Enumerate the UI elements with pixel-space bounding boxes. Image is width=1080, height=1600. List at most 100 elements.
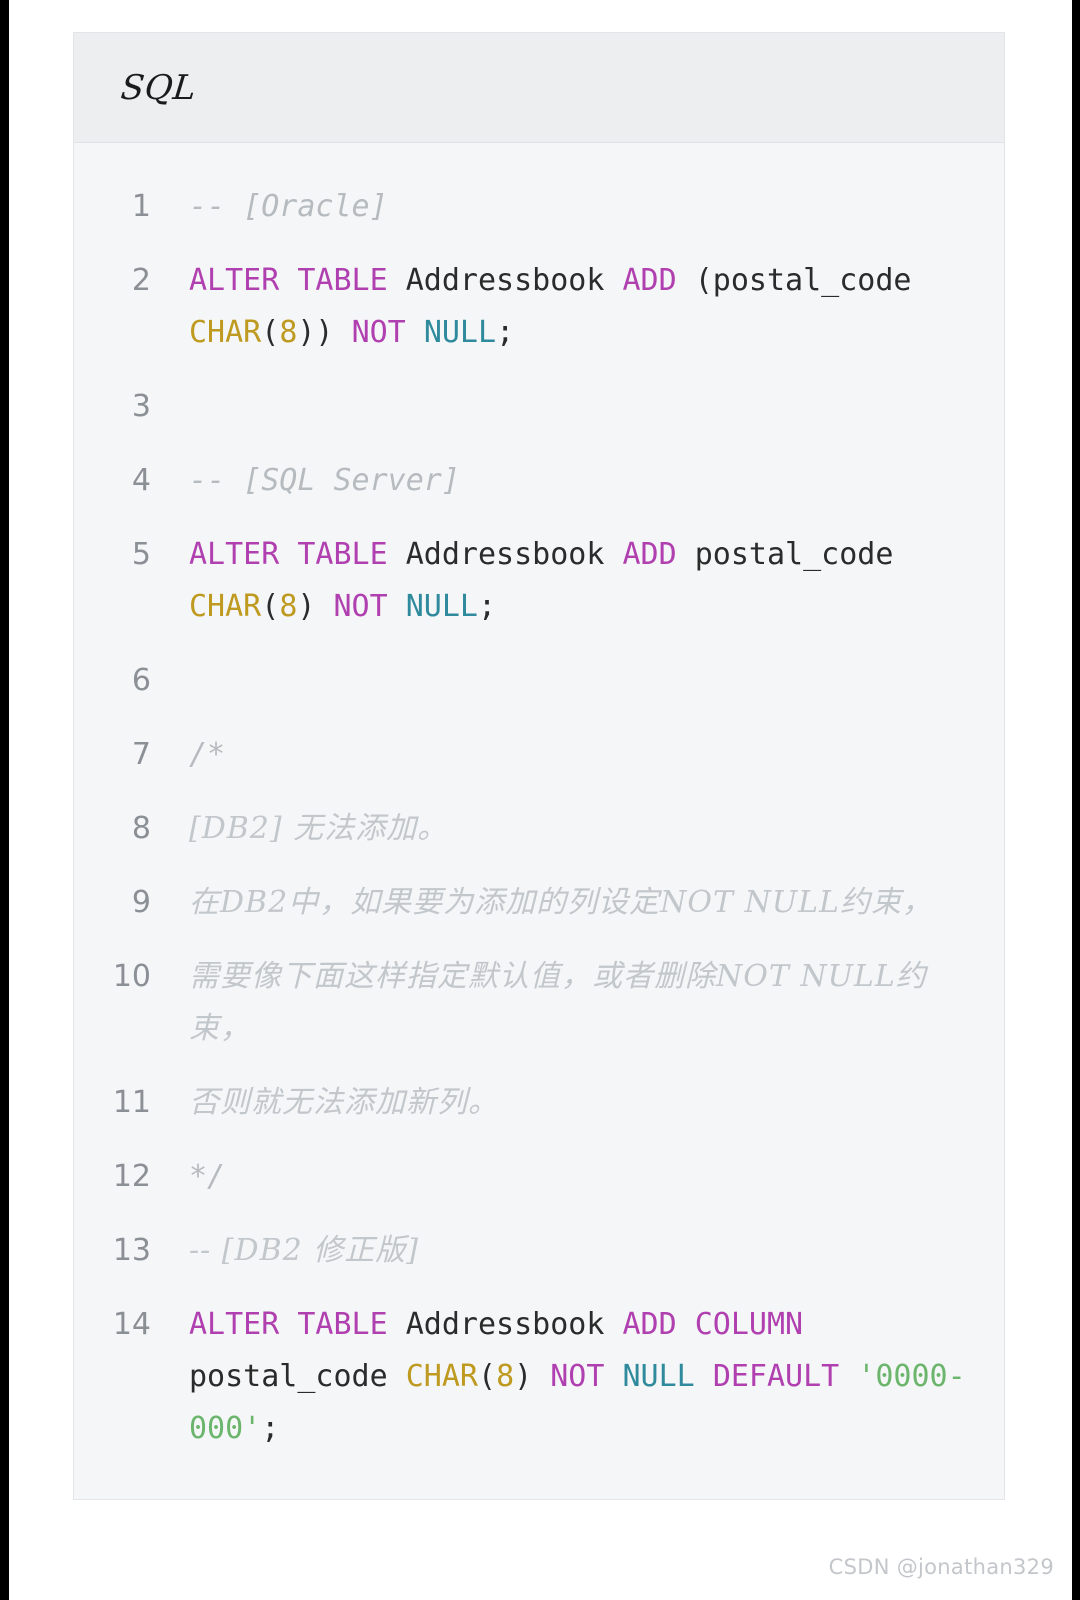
code-token-pun [604, 1307, 622, 1342]
code-line: 9 在DB2中，如果要为添加的列设定NOT NULL约束， [74, 877, 984, 929]
line-number: 6 [131, 663, 151, 698]
code-comment: */ [189, 1159, 226, 1194]
code-comment: 否则就无法添加新列。 [189, 1085, 499, 1120]
code-token-kw: ALTER [189, 1307, 280, 1342]
code-token-pun [279, 537, 297, 572]
line-content[interactable]: ALTER TABLE Addressbook ADD COLUMN posta… [189, 1299, 984, 1455]
code-token-pun [279, 1307, 297, 1342]
code-token-num: 8 [279, 589, 298, 624]
line-content[interactable]: ALTER TABLE Addressbook ADD (postal_code… [189, 255, 984, 359]
device-bezel-left [0, 0, 9, 1600]
code-token-pun: ( [478, 1359, 497, 1394]
code-token-pun [677, 263, 695, 298]
language-label: SQL [118, 67, 199, 108]
code-line: 10 需要像下面这样指定默认值，或者删除NOT NULL约束， [74, 951, 984, 1055]
code-token-kw: ALTER [189, 537, 280, 572]
code-token-pun: ; [478, 589, 497, 624]
code-token-kw: TABLE [297, 1307, 388, 1342]
code-token-typ: CHAR [189, 315, 262, 350]
line-number: 13 [112, 1233, 151, 1268]
line-content[interactable]: /* [189, 729, 984, 781]
code-token-pun [803, 1307, 821, 1342]
code-comment: -- [SQL Server] [189, 463, 460, 498]
code-line: 13 -- [DB2 修正版] [74, 1225, 984, 1277]
code-token-typ: CHAR [189, 589, 262, 624]
code-block-body[interactable]: 1 -- [Oracle] 2 ALTER TABLE Addressbook ADD… [74, 143, 1004, 1499]
code-line: 12 */ [74, 1151, 984, 1203]
code-line: 6 [74, 655, 984, 707]
page-canvas: SQL 1 -- [Oracle] 2 ALTER TABLE Addressbook… [9, 0, 1072, 1600]
code-token-id: Addressbook [405, 1307, 605, 1342]
code-token-num: 8 [496, 1359, 515, 1394]
line-number: 9 [131, 885, 151, 920]
code-token-id: postal_code [189, 1359, 406, 1394]
line-content[interactable]: ALTER TABLE Addressbook ADD postal_code … [189, 529, 984, 633]
code-token-pun [695, 1359, 713, 1394]
code-token-pun [388, 263, 406, 298]
device-bezel-right [1072, 0, 1080, 1600]
code-token-kw: NOT [351, 315, 406, 350]
code-token-num: 8 [279, 315, 298, 350]
code-token-pun: )) [297, 315, 352, 350]
code-token-pun [604, 1359, 622, 1394]
code-token-kw: ALTER [189, 263, 280, 298]
line-content[interactable]: -- [DB2 修正版] [189, 1225, 984, 1277]
code-token-nul: NULL [622, 1359, 695, 1394]
code-line: 11 否则就无法添加新列。 [74, 1077, 984, 1129]
code-token-kw: DEFAULT [712, 1359, 840, 1394]
line-content[interactable]: */ [189, 1151, 984, 1203]
line-content[interactable]: 需要像下面这样指定默认值，或者删除NOT NULL约束， [189, 951, 984, 1055]
line-content[interactable]: -- [SQL Server] [189, 455, 984, 507]
line-number: 11 [112, 1085, 151, 1120]
code-token-pun [604, 537, 622, 572]
line-number: 4 [131, 463, 151, 498]
line-number: 3 [131, 389, 151, 424]
code-token-pun: ( [261, 315, 280, 350]
code-token-pun: ( [261, 589, 280, 624]
code-token-pun [839, 1359, 857, 1394]
line-number: 12 [112, 1159, 151, 1194]
code-token-kw: NOT [550, 1359, 605, 1394]
code-comment: -- [Oracle] [189, 189, 388, 224]
code-token-pun [279, 263, 297, 298]
code-token-kw: ADD [622, 263, 677, 298]
code-line: 7 /* [74, 729, 984, 781]
line-content-blank[interactable] [189, 381, 984, 433]
code-line: 5 ALTER TABLE Addressbook ADD postal_code… [74, 529, 984, 633]
line-number: 7 [131, 737, 151, 772]
code-line: 8 [DB2] 无法添加。 [74, 803, 984, 855]
code-token-pun: ; [496, 315, 515, 350]
line-content[interactable]: [DB2] 无法添加。 [189, 803, 984, 855]
code-token-kw: ADD [622, 1307, 677, 1342]
code-comment: 在DB2中，如果要为添加的列设定NOT NULL约束， [189, 885, 933, 920]
code-comment: 需要像下面这样指定默认值，或者删除NOT NULL约束， [189, 959, 927, 1046]
watermark: CSDN @jonathan329 [828, 1555, 1054, 1579]
code-token-pun [604, 263, 622, 298]
code-token-id: Addressbook [405, 537, 605, 572]
line-content[interactable]: 在DB2中，如果要为添加的列设定NOT NULL约束， [189, 877, 984, 929]
code-block-header: SQL [74, 33, 1004, 143]
code-line: 1 -- [Oracle] [74, 181, 984, 233]
line-number: 14 [112, 1307, 151, 1342]
line-number: 5 [131, 537, 151, 572]
code-token-id: postal_code [694, 537, 912, 572]
code-token-pun [388, 1307, 406, 1342]
code-token-pun [677, 537, 695, 572]
code-token-kw: TABLE [297, 263, 388, 298]
code-token-kw: NOT [333, 589, 388, 624]
code-token-pun [388, 537, 406, 572]
code-block-card: SQL 1 -- [Oracle] 2 ALTER TABLE Addressbook… [73, 32, 1005, 1500]
line-content-blank[interactable] [189, 655, 984, 707]
line-number: 8 [131, 811, 151, 846]
line-content[interactable]: -- [Oracle] [189, 181, 984, 233]
code-token-pun [677, 1307, 695, 1342]
code-comment: [DB2] 无法添加。 [189, 811, 449, 846]
line-number: 1 [131, 189, 151, 224]
code-token-pun [388, 589, 406, 624]
code-line: 14 ALTER TABLE Addressbook ADD COLUMN pos… [74, 1299, 984, 1455]
code-token-pun [406, 315, 424, 350]
line-content[interactable]: 否则就无法添加新列。 [189, 1077, 984, 1129]
code-token-kw: COLUMN [694, 1307, 804, 1342]
code-token-id: (postal_code [694, 263, 930, 298]
code-token-nul: NULL [405, 589, 478, 624]
